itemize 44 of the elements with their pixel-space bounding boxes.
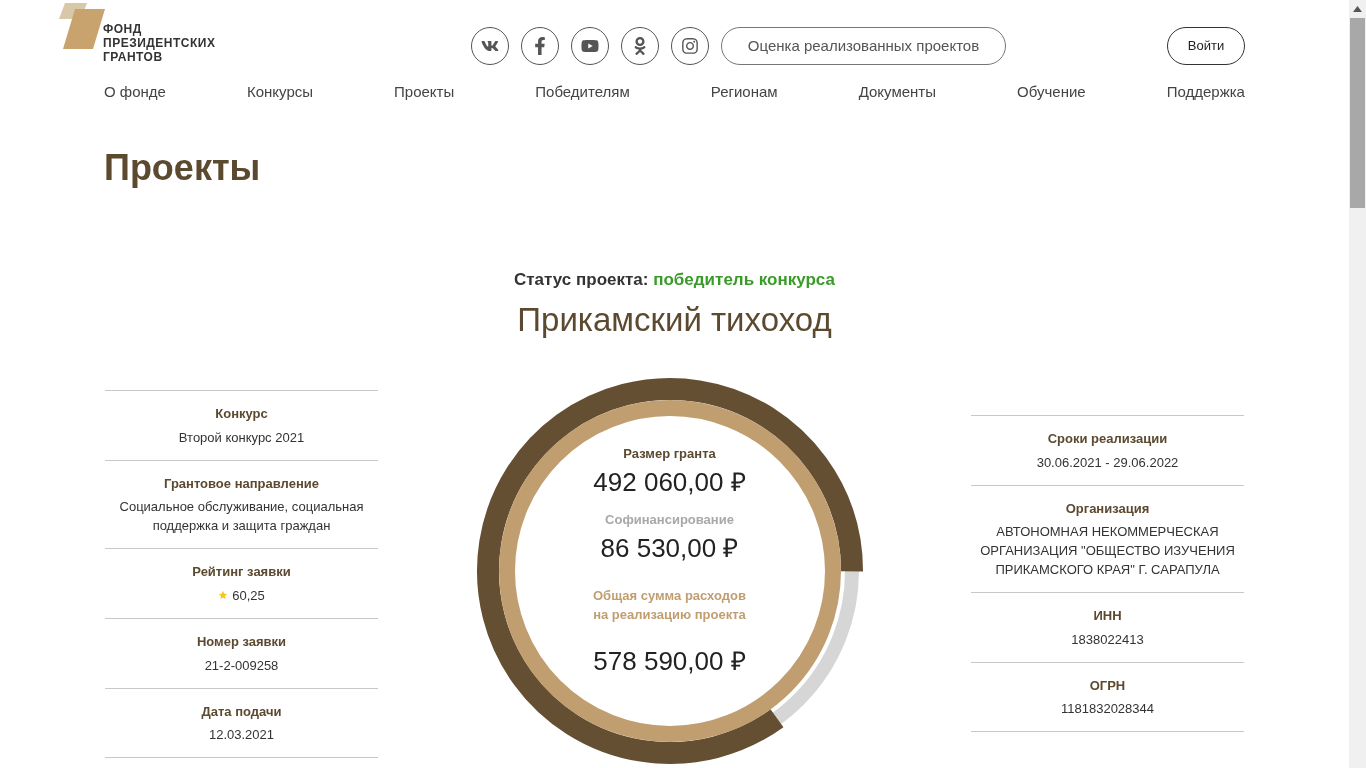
- project-name: Прикамский тихоход: [517, 299, 832, 340]
- budget-label: Размер гранта: [622, 445, 717, 463]
- info-label: Дата подачи: [201, 702, 282, 721]
- info-value: Второй конкурс 2021: [177, 428, 306, 447]
- budget-label: Общая сумма расходов на реализацию проекта: [592, 587, 747, 624]
- scroll-up-icon: [1353, 6, 1362, 12]
- info-value: 1181832028344: [1060, 700, 1155, 718]
- nav-link[interactable]: Документы: [858, 80, 936, 103]
- budget-label: Софинансирование: [604, 511, 735, 529]
- star-icon: [218, 590, 229, 601]
- info-value: Социальное обслуживание, социальная поддержка и защита граждан: [118, 498, 365, 535]
- logo-text: ПРЕЗИДЕНТСКИХ: [103, 36, 216, 50]
- youtube-icon: [581, 37, 599, 55]
- info-value: 12.03.2021: [207, 726, 276, 744]
- logo-text: ФОНД: [103, 22, 143, 36]
- logo-text: ГРАНТОВ: [103, 50, 164, 64]
- info-value: 30.06.2021 - 29.06.2022: [1035, 453, 1180, 472]
- info-label: Грантовое направление: [164, 474, 319, 493]
- info-label: Организация: [1065, 499, 1150, 518]
- project-status: Статус проекта: победитель конкурса: [514, 269, 835, 291]
- info-label: Сроки реализации: [1047, 430, 1168, 448]
- nav-link[interactable]: Конкурсы: [246, 80, 313, 103]
- info-value: 21-2-009258: [203, 656, 280, 675]
- nav-link[interactable]: Победителям: [535, 80, 630, 103]
- budget-amount: 86 530,00 ₽: [600, 532, 739, 565]
- info-value: АВТОНОМНАЯ НЕКОММЕРЧЕСКАЯ ОРГАНИЗАЦИЯ "ОБЩЕСТВО ИЗУЧЕНИЯ ПРИКАМСКОГО КРАЯ" Г. САРАПУЛА: [979, 523, 1236, 579]
- info-label: Номер заявки: [196, 633, 287, 651]
- page-title: Проекты: [103, 146, 262, 190]
- info-label: Рейтинг заявки: [192, 563, 291, 581]
- info-label: ОГРН: [1089, 676, 1126, 695]
- instagram-icon: [681, 37, 699, 55]
- info-value: 60,25: [232, 586, 265, 605]
- info-label: ИНН: [1093, 607, 1122, 625]
- nav-link[interactable]: Поддержка: [1166, 80, 1245, 103]
- scrollbar[interactable]: [1349, 0, 1366, 768]
- budget-amount: 492 060,00 ₽: [593, 466, 746, 499]
- nav-link[interactable]: О фонде: [104, 80, 166, 103]
- info-label: Конкурс: [215, 405, 268, 423]
- scrollbar-thumb[interactable]: [1350, 18, 1365, 208]
- nav-link[interactable]: Регионам: [710, 80, 778, 103]
- nav-link[interactable]: Обучение: [1017, 80, 1086, 103]
- nav-link[interactable]: Проекты: [394, 80, 455, 103]
- budget-amount: 578 590,00 ₽: [593, 645, 746, 678]
- info-value: 1838022413: [1070, 630, 1145, 649]
